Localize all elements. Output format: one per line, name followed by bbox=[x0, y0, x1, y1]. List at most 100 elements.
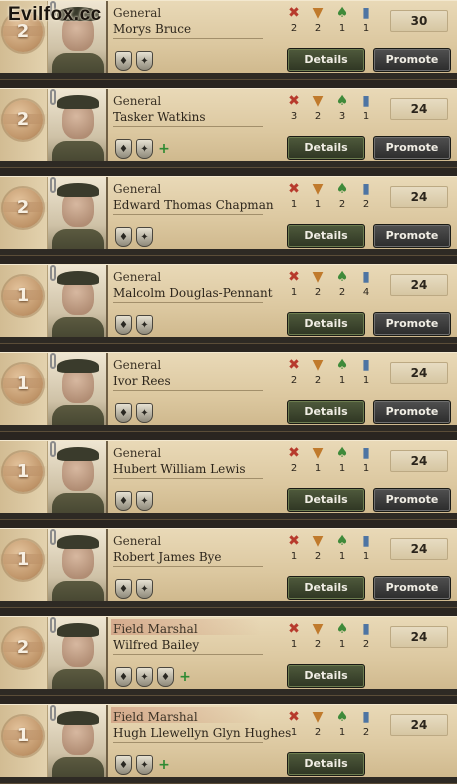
defense-value: 2 bbox=[314, 551, 322, 562]
stat-block: ✖ 2 ▼ 2 ♠ 1 ▮ 1 bbox=[282, 357, 378, 393]
general-card[interactable]: 1 General Robert James Bye ♦ ✦ ✖ 1 ▼ 2 ♠ 1 ▮ 1 24 Deta… bbox=[0, 528, 457, 608]
promote-button[interactable]: Promote bbox=[373, 312, 451, 336]
general-info: General Edward Thomas Chapman bbox=[113, 181, 274, 215]
general-card[interactable]: 1 General Hubert William Lewis ♦ ✦ ✖ 2 ▼ 1 ♠ 1 ▮ 1 24… bbox=[0, 440, 457, 520]
details-button[interactable]: Details bbox=[287, 136, 365, 160]
details-button[interactable]: Details bbox=[287, 400, 365, 424]
trait-icon[interactable]: ♦ bbox=[115, 227, 132, 247]
defense-value: 2 bbox=[314, 727, 322, 738]
planning-stat: ♠ 2 bbox=[330, 269, 354, 305]
general-card[interactable]: 2 Field Marshal Wilfred Bailey ♦ ✦ ♦ + ✖ 1 ▼ 2 ♠ 1 ▮ 2… bbox=[0, 616, 457, 696]
details-button[interactable]: Details bbox=[287, 664, 365, 688]
details-button[interactable]: Details bbox=[287, 752, 365, 776]
generals-list: 2 General Morys Bruce ♦ ✦ ✖ 2 ▼ 2 ♠ 1 ▮ 1 30 Details Pr… bbox=[0, 0, 457, 784]
trait-icon[interactable]: ♦ bbox=[115, 51, 132, 71]
add-trait-icon[interactable]: + bbox=[157, 139, 171, 159]
trait-icon[interactable]: ♦ bbox=[115, 579, 132, 599]
shield-icon: ▼ bbox=[312, 445, 324, 461]
trait-icon[interactable]: ✦ bbox=[136, 667, 153, 687]
uniform-shape bbox=[52, 757, 104, 783]
uniform-shape bbox=[52, 53, 104, 79]
pin-icon[interactable] bbox=[50, 617, 56, 633]
promote-button[interactable]: Promote bbox=[373, 136, 451, 160]
rank-title: General bbox=[113, 534, 162, 548]
name-underline bbox=[113, 742, 263, 743]
planning-value: 2 bbox=[338, 287, 346, 298]
trait-icon[interactable]: ✦ bbox=[136, 227, 153, 247]
skill-level: 24 bbox=[390, 186, 448, 208]
stat-block: ✖ 1 ▼ 2 ♠ 2 ▮ 4 bbox=[282, 269, 378, 305]
stat-block: ✖ 2 ▼ 2 ♠ 1 ▮ 1 bbox=[282, 5, 378, 41]
pin-icon[interactable] bbox=[50, 529, 56, 545]
attack-value: 2 bbox=[290, 23, 298, 34]
general-name: Malcolm Douglas-Pennant bbox=[113, 286, 273, 300]
cap-shape bbox=[57, 535, 99, 549]
general-info: General Morys Bruce bbox=[113, 5, 273, 39]
details-button[interactable]: Details bbox=[287, 488, 365, 512]
name-underline bbox=[113, 390, 263, 391]
details-button[interactable]: Details bbox=[287, 224, 365, 248]
logistics-icon: ▮ bbox=[362, 269, 370, 285]
trait-icon[interactable]: ♦ bbox=[115, 755, 132, 775]
logistics-value: 1 bbox=[362, 111, 370, 122]
rank-column: 1 bbox=[0, 529, 49, 607]
details-button[interactable]: Details bbox=[287, 48, 365, 72]
logistics-value: 2 bbox=[362, 199, 370, 210]
pin-icon[interactable] bbox=[50, 89, 56, 105]
trait-icon[interactable]: ♦ bbox=[115, 491, 132, 511]
trait-icon[interactable]: ♦ bbox=[115, 139, 132, 159]
pin-icon[interactable] bbox=[50, 265, 56, 281]
rank-badge: 1 bbox=[0, 716, 49, 756]
attack-value: 1 bbox=[290, 639, 298, 650]
rank-title: Field Marshal bbox=[113, 710, 198, 724]
promote-button[interactable]: Promote bbox=[373, 400, 451, 424]
general-name: Hubert William Lewis bbox=[113, 462, 246, 476]
skill-level: 24 bbox=[390, 714, 448, 736]
attack-value: 2 bbox=[290, 375, 298, 386]
trait-icon[interactable]: ♦ bbox=[115, 315, 132, 335]
general-card[interactable]: 1 General Ivor Rees ♦ ✦ ✖ 2 ▼ 2 ♠ 1 ▮ 1 24 Details Prom… bbox=[0, 352, 457, 432]
attack-stat: ✖ 3 bbox=[282, 93, 306, 129]
rank-title: General bbox=[113, 94, 162, 108]
trait-icon[interactable]: ♦ bbox=[115, 403, 132, 423]
promote-button[interactable]: Promote bbox=[373, 48, 451, 72]
rank-number: 1 bbox=[16, 725, 30, 746]
general-card[interactable]: 2 General Edward Thomas Chapman ♦ ✦ ✖ 1 ▼ 1 ♠ 2 ▮ 2 2… bbox=[0, 176, 457, 256]
shield-icon: ▼ bbox=[312, 93, 324, 109]
logistics-icon: ▮ bbox=[362, 533, 370, 549]
trait-icon[interactable]: ✦ bbox=[136, 139, 153, 159]
general-card[interactable]: 2 General Tasker Watkins ♦ ✦ + ✖ 3 ▼ 2 ♠ 3 ▮ 1 24 Detai… bbox=[0, 88, 457, 168]
attack-stat: ✖ 1 bbox=[282, 709, 306, 745]
pin-icon[interactable] bbox=[50, 353, 56, 369]
add-trait-icon[interactable]: + bbox=[178, 667, 192, 687]
shield-icon: ▼ bbox=[312, 533, 324, 549]
pin-icon[interactable] bbox=[50, 705, 56, 721]
general-card[interactable]: 1 General Malcolm Douglas-Pennant ♦ ✦ ✖ 1 ▼ 2 ♠ 2 ▮… bbox=[0, 264, 457, 344]
promote-button[interactable]: Promote bbox=[373, 488, 451, 512]
trait-icon[interactable]: ✦ bbox=[136, 755, 153, 775]
trait-icon[interactable]: ✦ bbox=[136, 403, 153, 423]
planning-icon: ♠ bbox=[335, 621, 349, 637]
trait-icon[interactable]: ✦ bbox=[136, 51, 153, 71]
planning-stat: ♠ 1 bbox=[330, 357, 354, 393]
trait-row: ♦ ✦ + bbox=[115, 755, 171, 779]
add-trait-icon[interactable]: + bbox=[157, 755, 171, 775]
general-card[interactable]: 1 Field Marshal Hugh Llewellyn Glyn Hughes… bbox=[0, 704, 457, 784]
details-button[interactable]: Details bbox=[287, 576, 365, 600]
pin-icon[interactable] bbox=[50, 441, 56, 457]
rank-title: Field Marshal bbox=[113, 622, 198, 636]
promote-button[interactable]: Promote bbox=[373, 576, 451, 600]
attack-value: 3 bbox=[290, 111, 298, 122]
trait-icon[interactable]: ✦ bbox=[136, 491, 153, 511]
promote-button[interactable]: Promote bbox=[373, 224, 451, 248]
trait-icon[interactable]: ✦ bbox=[136, 579, 153, 599]
trait-icon[interactable]: ♦ bbox=[157, 667, 174, 687]
details-button[interactable]: Details bbox=[287, 312, 365, 336]
trait-icon[interactable]: ✦ bbox=[136, 315, 153, 335]
general-info: General Hubert William Lewis bbox=[113, 445, 273, 479]
pin-icon[interactable] bbox=[50, 177, 56, 193]
defense-stat: ▼ 1 bbox=[306, 445, 330, 481]
stat-block: ✖ 3 ▼ 2 ♠ 3 ▮ 1 bbox=[282, 93, 378, 129]
cap-shape bbox=[57, 623, 99, 637]
trait-icon[interactable]: ♦ bbox=[115, 667, 132, 687]
